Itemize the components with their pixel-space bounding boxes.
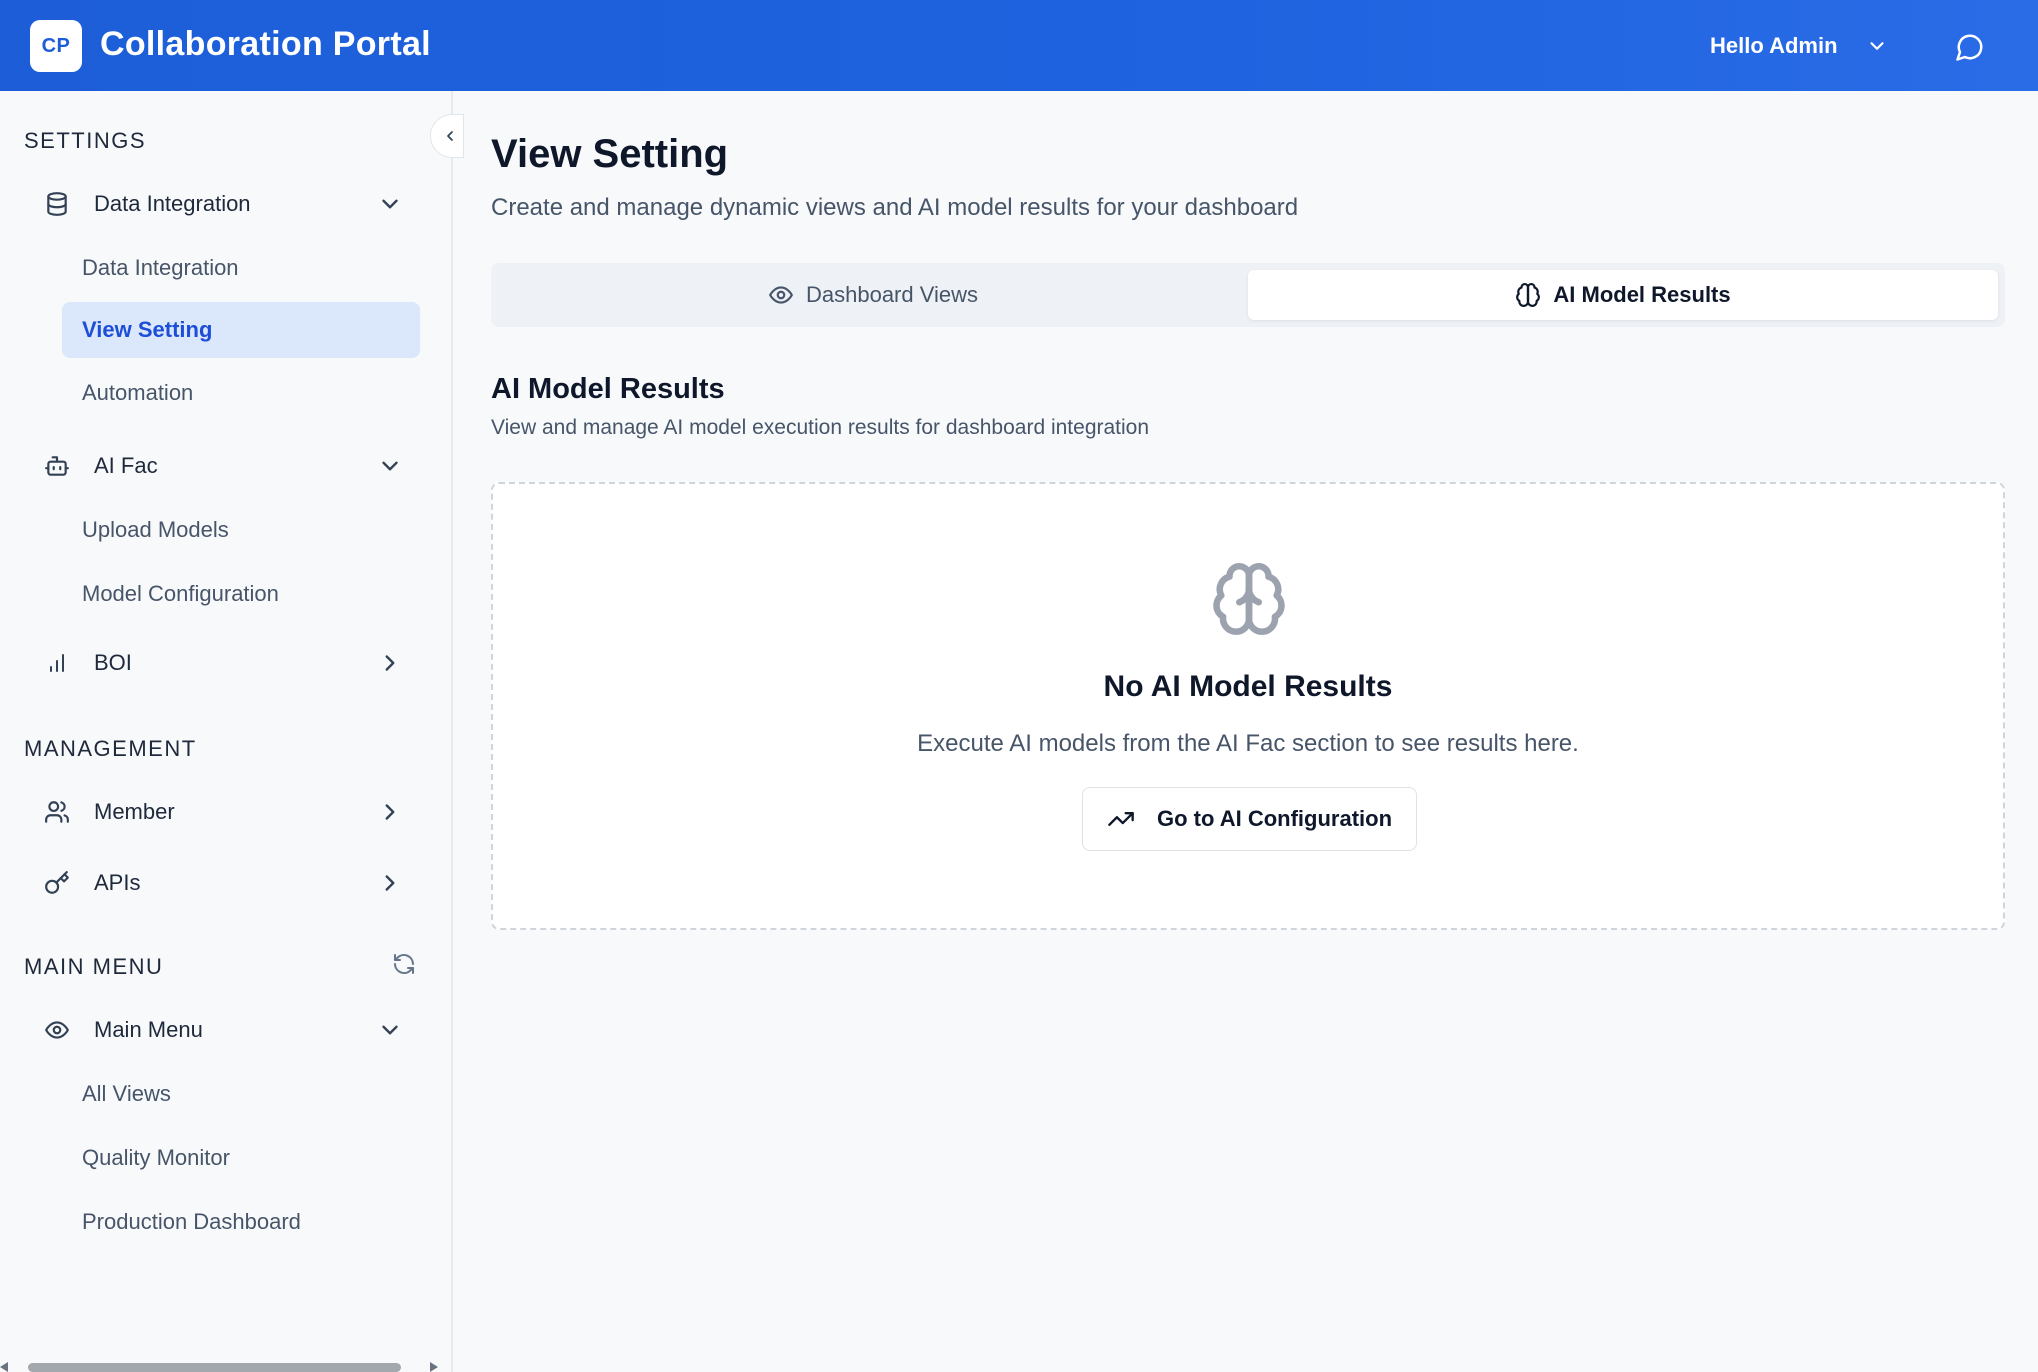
tab-label: Dashboard Views bbox=[805, 282, 979, 307]
sidebar: SETTINGS Data Integration Data Integrati… bbox=[0, 91, 453, 1372]
eye-icon bbox=[42, 1015, 72, 1045]
sidebar-group-data-integration[interactable]: Data Integration bbox=[30, 178, 415, 230]
chevron-down-icon bbox=[382, 199, 398, 209]
section-title-management: MANAGEMENT bbox=[24, 736, 197, 761]
section-title-main-menu: MAIN MENU bbox=[24, 954, 164, 979]
sidebar-horizontal-scrollbar[interactable] bbox=[0, 1360, 453, 1372]
brain-icon bbox=[1213, 562, 1285, 635]
sidebar-group-label: BOI bbox=[94, 650, 132, 675]
trending-up-icon bbox=[1108, 812, 1134, 826]
chevron-right-icon bbox=[385, 804, 395, 820]
sidebar-group-label: Member bbox=[94, 799, 175, 824]
sidebar-item-view-setting[interactable]: View Setting bbox=[62, 302, 420, 358]
tab-ai-model-results[interactable]: AI Model Results bbox=[1248, 270, 1998, 320]
refresh-icon[interactable] bbox=[392, 952, 416, 976]
go-to-ai-configuration-button[interactable]: Go to AI Configuration bbox=[1082, 787, 1417, 851]
chevron-down-icon bbox=[382, 1025, 398, 1035]
scrollbar-thumb[interactable] bbox=[28, 1363, 401, 1372]
chevron-right-icon bbox=[385, 655, 395, 671]
user-menu[interactable]: Hello Admin bbox=[1710, 25, 1888, 67]
users-icon bbox=[42, 797, 72, 827]
sidebar-group-ai-fac[interactable]: AI Fac bbox=[30, 440, 415, 492]
empty-state-title: No AI Model Results bbox=[1103, 670, 1393, 703]
top-header: CP Collaboration Portal Hello Admin bbox=[0, 0, 2038, 91]
empty-state-panel: No AI Model Results Execute AI models fr… bbox=[491, 482, 2005, 930]
page-title: View Setting bbox=[491, 132, 729, 176]
sidebar-group-apis[interactable]: APIs bbox=[30, 857, 415, 909]
scroll-right-arrow-icon[interactable] bbox=[430, 1362, 438, 1372]
scroll-left-arrow-icon[interactable] bbox=[0, 1362, 8, 1372]
eye-icon bbox=[769, 286, 793, 304]
sidebar-group-label: Data Integration bbox=[94, 191, 251, 216]
sidebar-group-member[interactable]: Member bbox=[30, 786, 415, 838]
key-icon bbox=[42, 868, 72, 898]
sidebar-item-data-integration[interactable]: Data Integration bbox=[62, 240, 420, 296]
sidebar-item-all-views[interactable]: All Views bbox=[62, 1066, 420, 1122]
section-title: AI Model Results bbox=[491, 373, 725, 405]
button-label: Go to AI Configuration bbox=[1157, 806, 1393, 831]
section-title-settings: SETTINGS bbox=[24, 128, 147, 153]
sidebar-item-production-dashboard[interactable]: Production Dashboard bbox=[62, 1194, 420, 1250]
app-title: Collaboration Portal bbox=[100, 25, 431, 63]
brain-icon bbox=[1516, 282, 1541, 307]
sidebar-group-boi[interactable]: BOI bbox=[30, 637, 415, 689]
view-tabs: Dashboard Views AI Model Results bbox=[491, 263, 2005, 327]
sidebar-group-label: AI Fac bbox=[94, 453, 158, 478]
page-subtitle: Create and manage dynamic views and AI m… bbox=[491, 194, 1299, 221]
sidebar-group-label: Main Menu bbox=[94, 1017, 203, 1042]
sidebar-item-automation[interactable]: Automation bbox=[62, 365, 420, 421]
tab-dashboard-views[interactable]: Dashboard Views bbox=[498, 270, 1248, 320]
tab-label: AI Model Results bbox=[1553, 282, 1731, 307]
section-subtitle: View and manage AI model execution resul… bbox=[491, 416, 1150, 439]
sidebar-item-quality-monitor[interactable]: Quality Monitor bbox=[62, 1130, 420, 1186]
app-logo[interactable]: CP bbox=[30, 20, 82, 72]
bar-chart-icon bbox=[42, 648, 72, 678]
sidebar-item-upload-models[interactable]: Upload Models bbox=[62, 502, 420, 558]
chevron-down-icon bbox=[382, 461, 398, 471]
database-icon bbox=[42, 189, 72, 219]
chevron-left-icon bbox=[447, 131, 453, 141]
sidebar-group-main-menu[interactable]: Main Menu bbox=[30, 1004, 415, 1056]
sidebar-item-model-configuration[interactable]: Model Configuration bbox=[62, 566, 420, 622]
sidebar-group-label: APIs bbox=[94, 870, 141, 895]
empty-state-text: Execute AI models from the AI Fac sectio… bbox=[917, 730, 1579, 757]
message-icon[interactable] bbox=[1955, 32, 1985, 62]
user-greeting: Hello Admin bbox=[1710, 33, 1838, 58]
bot-icon bbox=[42, 451, 72, 481]
chevron-right-icon bbox=[385, 875, 395, 891]
chevron-down-icon bbox=[1869, 42, 1884, 50]
